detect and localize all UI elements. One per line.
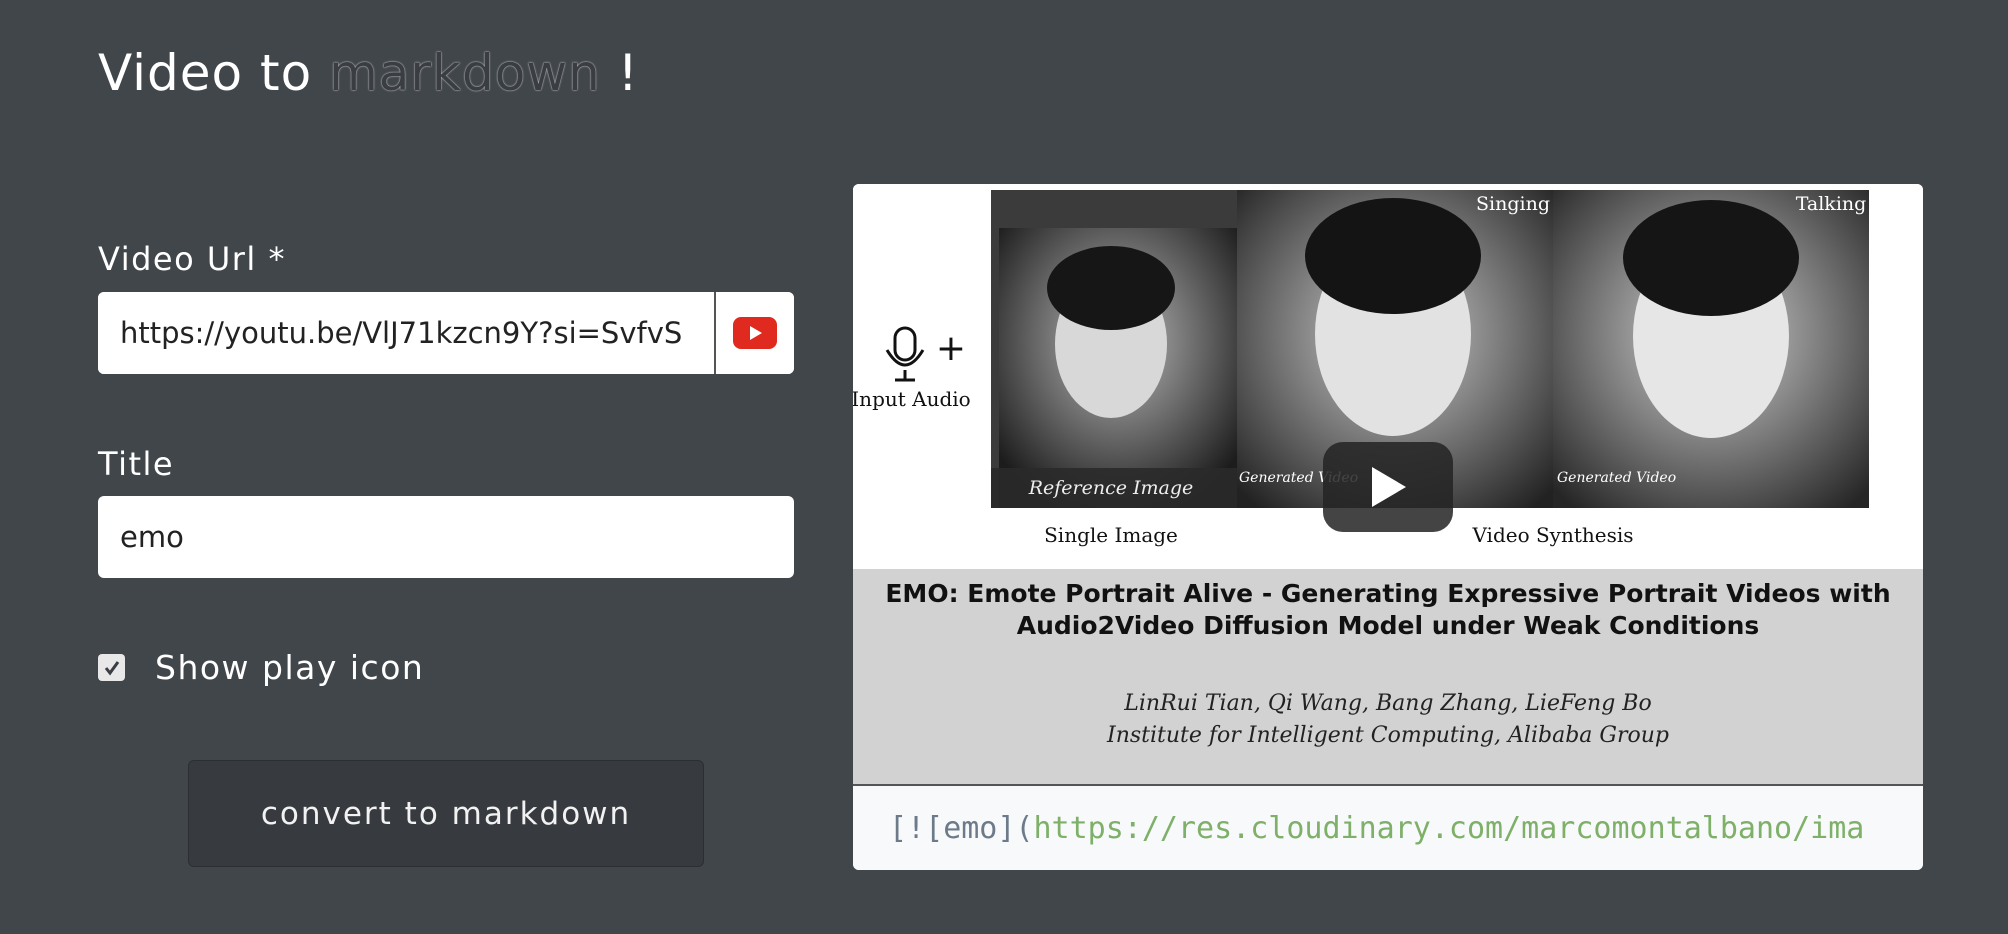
markdown-alt-text: emo: [943, 810, 998, 846]
convert-button[interactable]: convert to markdown: [188, 760, 704, 867]
paper-title: EMO: Emote Portrait Alive - Generating E…: [873, 578, 1903, 642]
markdown-punct-mid: ](: [997, 810, 1034, 846]
markdown-output[interactable]: [![ emo ]( https://res.cloudinary.com/ma…: [853, 784, 1923, 870]
video-synthesis-caption: Video Synthesis: [1471, 523, 1633, 547]
generated-tag-2: Generated Video: [1557, 470, 1676, 486]
plus-sign: +: [936, 328, 966, 369]
show-play-icon-label: Show play icon: [155, 648, 425, 687]
paper-authors: LinRui Tian, Qi Wang, Bang Zhang, LieFen…: [873, 688, 1903, 752]
youtube-button[interactable]: [714, 292, 794, 374]
markdown-url: https://res.cloudinary.com/marcomontalba…: [1033, 810, 1865, 846]
play-icon: [1372, 467, 1406, 507]
title-accent: markdown: [329, 44, 601, 102]
title-input[interactable]: [98, 496, 794, 578]
preview-card: + Input Audio Reference Image Singing Ge…: [853, 184, 1923, 870]
talking-hair: [1623, 200, 1799, 316]
checkmark-icon: [104, 660, 119, 675]
reference-image-tag: Reference Image: [1028, 477, 1194, 499]
video-url-label: Video Url *: [98, 240, 286, 278]
video-url-group: [98, 292, 794, 374]
show-play-icon-checkbox[interactable]: [98, 654, 125, 681]
title-suffix: !: [617, 44, 639, 102]
single-image-caption: Single Image: [1044, 523, 1178, 547]
microphone-icon: [885, 326, 925, 382]
show-play-icon-row: Show play icon: [98, 648, 424, 687]
play-button[interactable]: [1323, 442, 1453, 532]
paper-title-line-2: Audio2Video Diffusion Model under Weak C…: [1016, 611, 1760, 640]
affiliation-line: Institute for Intelligent Computing, Ali…: [1107, 723, 1669, 748]
singing-tag: Singing: [1476, 193, 1550, 215]
youtube-icon: [733, 317, 777, 349]
input-audio-label: Input Audio: [853, 387, 971, 411]
video-url-input[interactable]: [98, 292, 714, 374]
singing-hair: [1305, 198, 1481, 314]
talking-tag: Talking: [1796, 193, 1867, 215]
title-prefix: Video to: [98, 44, 313, 102]
app-title: Video to markdown !: [98, 44, 639, 102]
reference-hair: [1047, 246, 1175, 330]
authors-line: LinRui Tian, Qi Wang, Bang Zhang, LieFen…: [1124, 691, 1652, 716]
title-label: Title: [98, 445, 175, 483]
page: Video to markdown ! Video Url * Title Sh…: [0, 0, 2008, 934]
video-thumbnail[interactable]: + Input Audio Reference Image Singing Ge…: [853, 184, 1923, 784]
markdown-punct-open: [![: [889, 810, 944, 846]
paper-title-line-1: EMO: Emote Portrait Alive - Generating E…: [885, 579, 1891, 608]
